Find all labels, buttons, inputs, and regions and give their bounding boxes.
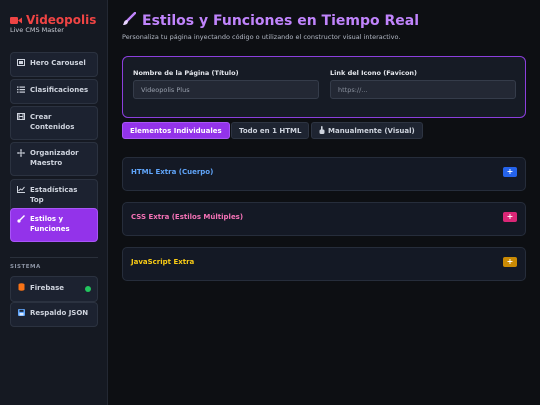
page-settings-card: Nombre de la Página (Título) Link del Ic… (122, 56, 526, 118)
list-icon (17, 86, 25, 97)
sidebar-item-label: Hero Carousel (30, 59, 86, 67)
add-html-button[interactable]: + (503, 167, 517, 177)
sidebar-item-label: Estilos y Funciones (30, 215, 70, 233)
section-label-sistema: SISTEMA (10, 264, 41, 270)
sidebar-item-crear-contenidos[interactable]: Crear Contenidos (10, 106, 98, 140)
brand-title: Videopolis (26, 12, 97, 27)
page-name-label: Nombre de la Página (Título) (133, 69, 239, 77)
brush-icon (122, 11, 137, 30)
sidebar-item-hero-carousel[interactable]: Hero Carousel (10, 52, 98, 77)
sidebar-item-label: Clasificaciones (30, 86, 89, 94)
sidebar-item-respaldo-json[interactable]: Respaldo JSON (10, 302, 98, 327)
tab-label: Elementos Individuales (130, 126, 222, 135)
main-content: Estilos y Funciones en Tiempo Real Perso… (109, 0, 540, 405)
sidebar-item-label: Crear Contenidos (30, 113, 75, 131)
sidebar: Videopolis Live CMS Master Hero Carousel… (0, 0, 108, 405)
tab-elementos-individuales[interactable]: Elementos Individuales (122, 122, 230, 139)
tab-label: Manualmente (Visual) (328, 126, 415, 135)
section-css-extra[interactable]: CSS Extra (Estilos Múltiples) + (122, 202, 526, 236)
section-javascript-extra[interactable]: JavaScript Extra + (122, 247, 526, 281)
page-name-input[interactable] (133, 80, 319, 99)
sidebar-item-clasificaciones[interactable]: Clasificaciones (10, 79, 98, 104)
sidebar-item-label: Firebase (30, 284, 65, 292)
page-subtitle: Personaliza tu página inyectando código … (122, 33, 401, 41)
favicon-label: Link del Icono (Favicon) (330, 69, 418, 77)
sidebar-item-label: Organizador Maestro (30, 149, 79, 167)
add-css-button[interactable]: + (503, 212, 517, 222)
tab-todo-en-1-html[interactable]: Todo en 1 HTML (231, 122, 310, 139)
status-ok-icon (85, 286, 91, 293)
brand-subtitle: Live CMS Master (10, 26, 64, 34)
add-javascript-button[interactable]: + (503, 257, 517, 267)
sidebar-divider (10, 257, 98, 258)
film-icon (17, 113, 25, 124)
database-icon (17, 283, 25, 295)
sidebar-item-label: Estadísticas Top (30, 186, 78, 204)
tab-manualmente-visual[interactable]: Manualmente (Visual) (311, 122, 423, 139)
sidebar-item-firebase[interactable]: Firebase (10, 276, 98, 302)
page-title: Estilos y Funciones en Tiempo Real (122, 11, 419, 30)
move-icon (17, 149, 25, 161)
save-icon (17, 309, 25, 320)
image-icon (17, 59, 25, 70)
page-title-text: Estilos y Funciones en Tiempo Real (142, 13, 419, 29)
sidebar-item-estilos-y-funciones[interactable]: Estilos y Funciones (10, 208, 98, 242)
section-title: HTML Extra (Cuerpo) (131, 168, 214, 176)
brush-icon (17, 215, 25, 227)
hand-icon (319, 125, 325, 136)
favicon-url-input[interactable] (330, 80, 516, 99)
tab-label: Todo en 1 HTML (239, 126, 302, 135)
chart-icon (17, 186, 25, 197)
section-html-extra[interactable]: HTML Extra (Cuerpo) + (122, 157, 526, 191)
section-title: JavaScript Extra (131, 258, 195, 266)
sidebar-item-label: Respaldo JSON (30, 309, 89, 317)
sidebar-item-organizador-maestro[interactable]: Organizador Maestro (10, 142, 98, 176)
section-title: CSS Extra (Estilos Múltiples) (131, 213, 244, 221)
